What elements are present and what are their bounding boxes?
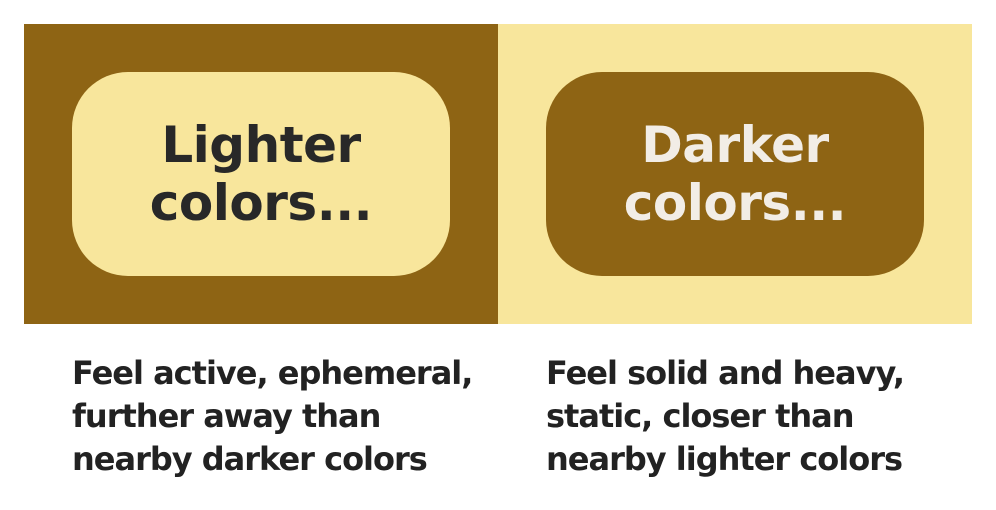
darker-colors-caption: Feel solid and heavy, static, closer tha… (546, 354, 905, 478)
darker-colors-label: Darker colors... (623, 116, 847, 232)
dark-color-pill: Darker colors... (546, 72, 924, 276)
light-color-pill: Lighter colors... (72, 72, 450, 276)
light-background-panel: Darker colors... (498, 24, 972, 324)
dark-background-panel: Lighter colors... (24, 24, 498, 324)
lighter-colors-caption: Feel active, ephemeral, further away tha… (72, 354, 473, 478)
lighter-colors-label: Lighter colors... (149, 116, 373, 232)
